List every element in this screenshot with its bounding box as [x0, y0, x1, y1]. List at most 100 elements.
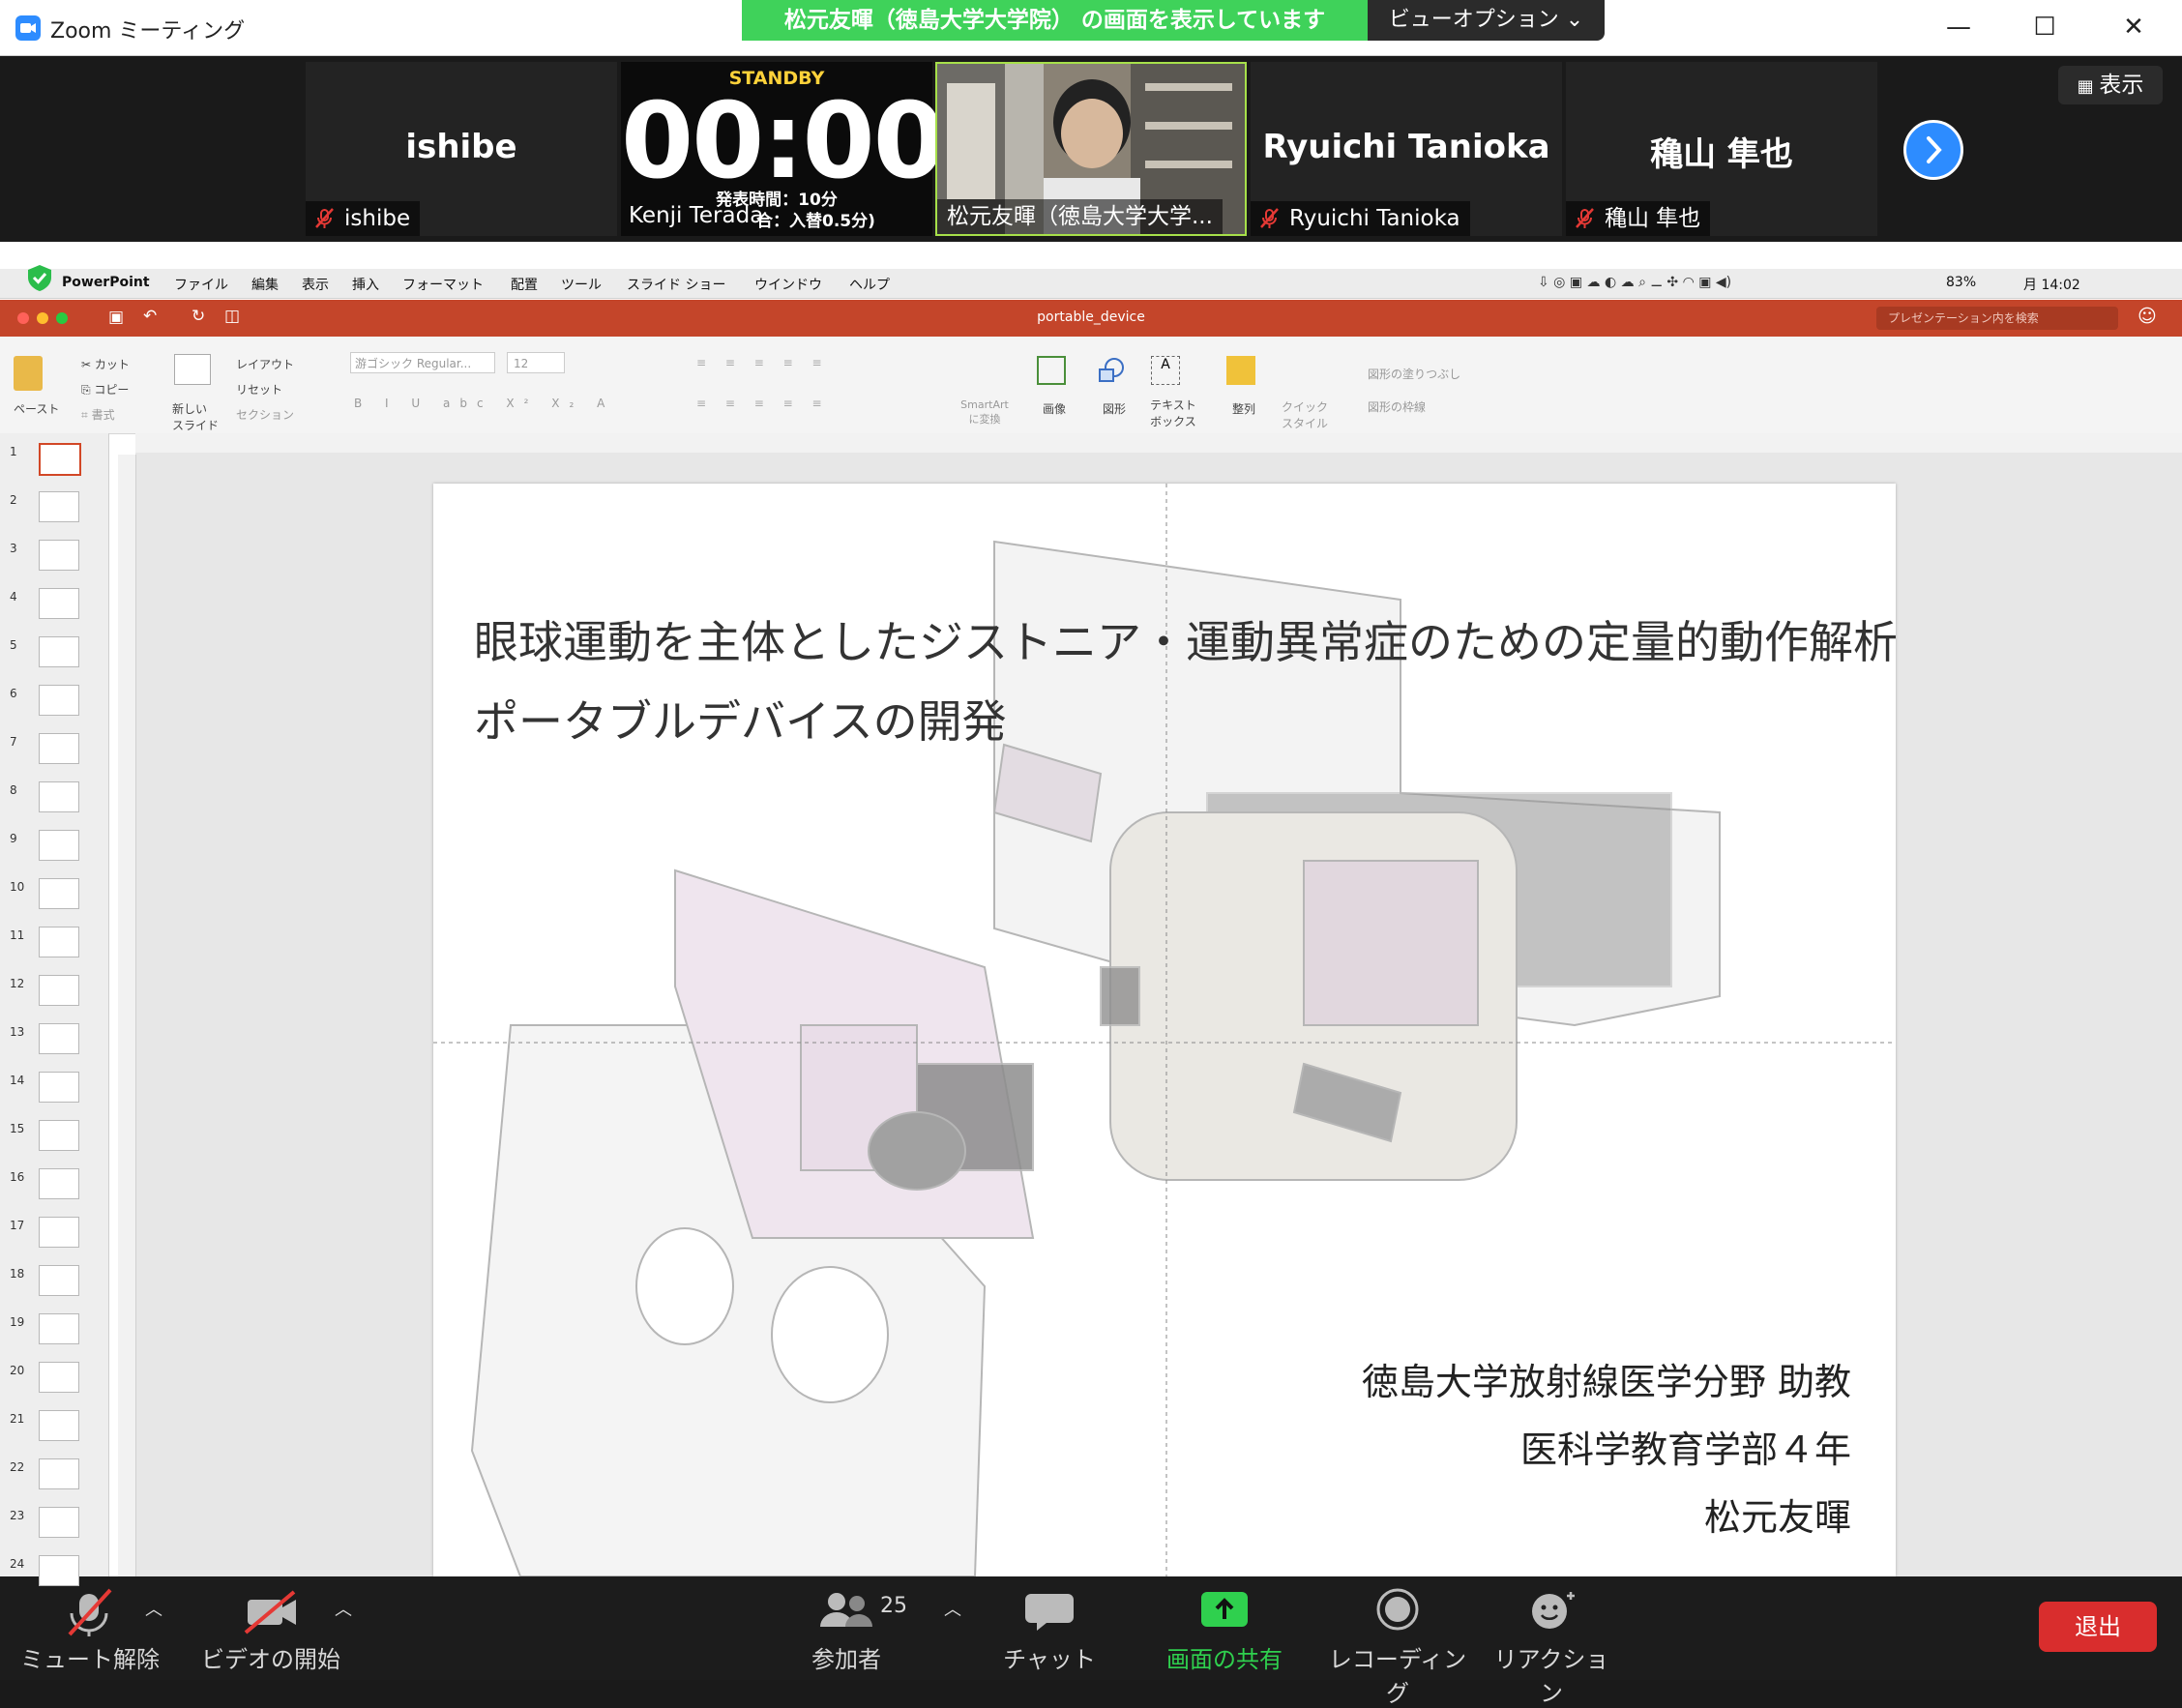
slide-thumbnail[interactable] — [39, 975, 79, 1006]
arrange-label[interactable]: 整列 — [1232, 400, 1255, 417]
section-button[interactable]: セクション — [236, 406, 294, 423]
participant-tile[interactable]: ishibe ishibe — [306, 62, 617, 236]
smiley-icon[interactable]: ☺ — [2138, 306, 2157, 327]
slide-thumbnail[interactable] — [39, 491, 79, 522]
slide-thumbnail[interactable] — [39, 588, 79, 619]
encryption-shield-icon[interactable] — [25, 263, 54, 292]
next-page-button[interactable] — [1903, 120, 1963, 180]
thumbnail-number: 6 — [10, 687, 17, 700]
slide-thumbnail[interactable] — [39, 1458, 79, 1489]
menu-tools[interactable]: ツール — [561, 275, 602, 294]
layout-button[interactable]: レイアウト — [236, 356, 294, 372]
chat-label: チャット — [1003, 1646, 1096, 1673]
menu-file[interactable]: ファイル — [174, 275, 228, 294]
active-speaker-tile[interactable]: 松元友暉（徳島大学大学... — [935, 62, 1247, 236]
font-size-select[interactable]: 12 — [507, 352, 565, 373]
slide-thumbnail[interactable] — [39, 685, 79, 716]
slide-author-name[interactable]: 松元友暉 — [1704, 1487, 1851, 1541]
slide-thumbnail[interactable] — [39, 781, 79, 812]
textbox-icon[interactable]: A — [1151, 356, 1180, 385]
text-format-buttons[interactable]: B I U abc X² X₂ A — [354, 397, 614, 410]
menu-help[interactable]: ヘルプ — [849, 275, 890, 294]
shape-fill-button[interactable]: 図形の塗りつぶし — [1368, 366, 1460, 382]
share-screen-button[interactable]: 画面の共有 — [1157, 1586, 1292, 1673]
format-painter-button[interactable]: ⌗ 書式 — [81, 406, 115, 423]
menu-window[interactable]: ウインドウ — [754, 275, 822, 294]
smartart-button[interactable]: SmartArt に変換 — [956, 398, 1014, 427]
participant-tile-timer[interactable]: STANDBY 00:00 発表時間：10分 合：入替0.5分) Kenji T… — [621, 62, 946, 236]
slide-thumbnail[interactable] — [39, 878, 79, 909]
shapes-icon[interactable] — [1097, 356, 1126, 385]
recording-button[interactable]: レコーディング — [1325, 1586, 1470, 1707]
unmute-button[interactable]: ミュート解除 — [17, 1586, 162, 1673]
textbox-label[interactable]: テキスト ボックス — [1149, 397, 1197, 429]
start-video-button[interactable]: ビデオの開始 — [193, 1586, 348, 1673]
slide-thumbnail[interactable] — [39, 1023, 79, 1054]
slide-thumbnail[interactable] — [39, 1168, 79, 1199]
picture-label[interactable]: 画像 — [1043, 400, 1066, 417]
slide-thumbnail[interactable] — [39, 1120, 79, 1151]
slide-thumbnail[interactable] — [39, 1410, 79, 1441]
close-window-button[interactable]: ✕ — [2112, 10, 2155, 44]
slide-thumbnail[interactable] — [39, 830, 79, 861]
audio-options-caret-icon[interactable]: ︿ — [145, 1596, 162, 1621]
video-options-caret-icon[interactable]: ︿ — [335, 1596, 352, 1621]
participant-tile[interactable]: Ryuichi Tanioka Ryuichi Tanioka — [1251, 62, 1562, 236]
thumbnail-number: 7 — [10, 735, 17, 749]
slide-thumbnail[interactable] — [39, 1313, 79, 1344]
slide-thumbnail[interactable] — [39, 1072, 79, 1103]
gallery-view-button[interactable]: ▦ 表示 — [2058, 66, 2163, 104]
picture-icon[interactable] — [1037, 356, 1066, 385]
menu-view[interactable]: 表示 — [302, 275, 329, 294]
share-screen-icon — [1201, 1592, 1248, 1627]
shape-outline-button[interactable]: 図形の枠線 — [1368, 398, 1426, 415]
search-input[interactable]: プレゼンテーション内を検索 — [1876, 307, 2118, 330]
minimize-button[interactable]: — — [1937, 10, 1980, 44]
chat-button[interactable]: チャット — [996, 1586, 1103, 1673]
cut-button[interactable]: ✂ カット — [81, 356, 130, 372]
mic-muted-icon — [68, 1588, 112, 1636]
slide-thumbnail[interactable] — [39, 927, 79, 957]
quick-style-button[interactable]: クイック スタイル — [1281, 398, 1329, 431]
slide-department[interactable]: 医科学教育学部４年 — [1520, 1420, 1851, 1473]
slide-thumbnail[interactable] — [39, 540, 79, 571]
slide-title-line1[interactable]: 眼球運動を主体としたジストニア・運動異常症のための定量的動作解析 — [474, 607, 1896, 671]
ppt-titlebar: ▣ ↶ ↻ ◫ portable_device プレゼンテーション内を検索 ☺ — [0, 300, 2182, 337]
menu-edit[interactable]: 編集 — [251, 275, 279, 294]
font-family-select[interactable]: 游ゴシック Regular... — [350, 352, 495, 373]
slide-thumbnail[interactable] — [39, 1265, 79, 1296]
copy-button[interactable]: ⎘ コピー — [81, 381, 129, 398]
thumbnail-number: 11 — [10, 928, 25, 942]
slide-title-line2[interactable]: ポータブルデバイスの開発 — [474, 687, 1007, 751]
reactions-button[interactable]: リアクション — [1493, 1586, 1609, 1707]
new-slide-icon[interactable] — [174, 354, 211, 385]
slide-affiliation[interactable]: 徳島大学放射線医学分野 助教 — [1362, 1352, 1851, 1405]
paragraph-buttons[interactable]: ≡ ≡ ≡ ≡ ≡ — [696, 356, 830, 369]
slide-thumbnail[interactable] — [39, 1555, 79, 1586]
menu-app-name[interactable]: PowerPoint — [62, 275, 150, 290]
align-buttons[interactable]: ≡ ≡ ≡ ≡ ≡ — [696, 397, 830, 410]
slide-thumbnail[interactable] — [39, 1217, 79, 1248]
reset-button[interactable]: リセット — [236, 381, 282, 398]
participant-display-name: Ryuichi Tanioka — [1262, 128, 1550, 166]
slide[interactable]: 眼球運動を主体としたジストニア・運動異常症のための定量的動作解析 ポータブルデバ… — [433, 484, 1896, 1576]
slide-thumbnail[interactable] — [39, 443, 81, 476]
leave-meeting-button[interactable]: 退出 — [2039, 1602, 2157, 1652]
slide-thumbnail[interactable] — [39, 636, 79, 667]
menu-slideshow[interactable]: スライド ショー — [627, 275, 725, 294]
new-slide-label[interactable]: 新しい スライド — [172, 400, 221, 433]
view-options-button[interactable]: ビューオプション ⌄ — [1368, 0, 1605, 41]
arrange-icon[interactable] — [1226, 356, 1255, 385]
paste-label[interactable]: ペースト — [14, 400, 59, 417]
slide-thumbnail[interactable] — [39, 733, 79, 764]
menu-format[interactable]: フォーマット — [402, 275, 484, 294]
paste-icon[interactable] — [14, 356, 43, 391]
menu-insert[interactable]: 挿入 — [352, 275, 379, 294]
shapes-label[interactable]: 図形 — [1103, 400, 1126, 417]
menu-arrange[interactable]: 配置 — [511, 275, 538, 294]
participants-caret-icon[interactable]: ︿ — [944, 1596, 961, 1621]
maximize-button[interactable]: ☐ — [2023, 10, 2066, 44]
slide-thumbnail[interactable] — [39, 1362, 79, 1393]
slide-thumbnail[interactable] — [39, 1507, 79, 1538]
participant-tile[interactable]: 穐山 隼也 穐山 隼也 — [1566, 62, 1877, 236]
